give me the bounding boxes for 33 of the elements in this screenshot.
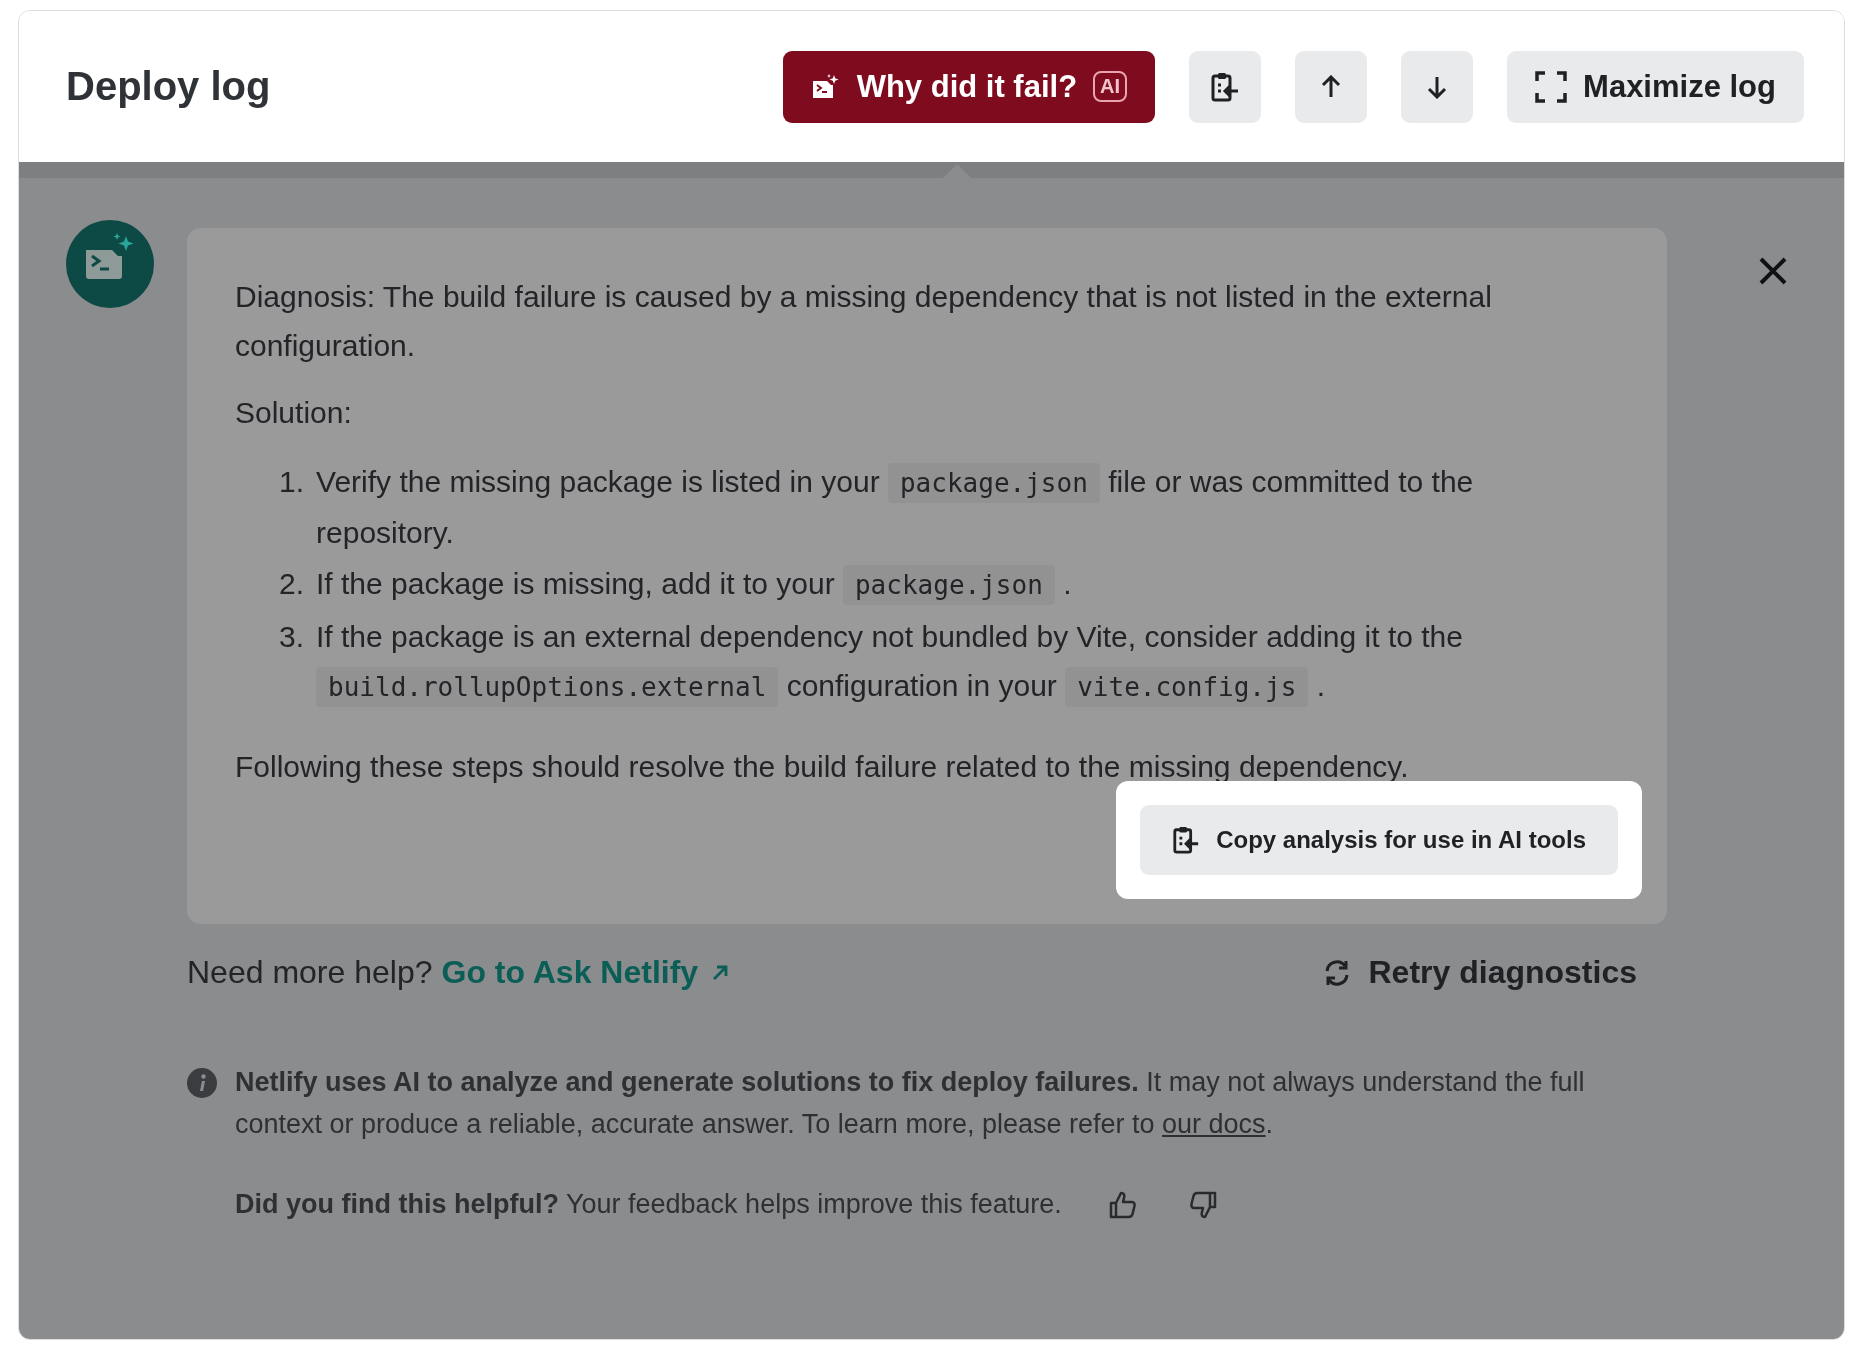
terminal-sparkle-icon	[810, 72, 841, 101]
maximize-log-button[interactable]: Maximize log	[1507, 50, 1804, 123]
step-number: 3.	[279, 619, 305, 655]
step-number: 1.	[279, 464, 305, 500]
ai-badge: AI	[1093, 71, 1128, 102]
clipboard-arrow-icon	[1210, 70, 1241, 103]
ai-assistant-avatar-icon	[66, 220, 154, 308]
retry-diagnostics-button[interactable]: Retry diagnostics	[1322, 954, 1637, 991]
conclusion-text: Following these steps should resolve the build failure related to the missing dependency.	[235, 749, 1410, 785]
clipboard-arrow-icon	[1172, 825, 1201, 855]
down-arrow-icon	[1426, 74, 1449, 99]
feedback-question: Did you find this helpful? Your feedback helps improve this feature.	[235, 1189, 1062, 1220]
scroll-up-button[interactable]	[1295, 50, 1368, 123]
expand-corners-icon	[1535, 70, 1568, 103]
copy-button[interactable]	[1189, 50, 1262, 123]
diagnosis-text: Diagnosis: The build failure is caused by a missing dependency that is not listed in the external configuration.	[235, 279, 1493, 364]
thumbs-up-icon	[1107, 1189, 1138, 1220]
step-number: 2.	[279, 566, 305, 602]
why-did-it-fail-button[interactable]: Why did it fail? AI	[782, 50, 1156, 123]
copy-analysis-button[interactable]: Copy analysis for use in AI tools	[1140, 805, 1618, 875]
panel-title: Deploy log	[66, 64, 271, 109]
scroll-down-button[interactable]	[1401, 50, 1474, 123]
solution-heading: Solution:	[235, 395, 353, 431]
thumbs-down-icon	[1187, 1189, 1218, 1220]
step-text: If the package is missing, add it to your package.json .	[316, 559, 1072, 610]
step-text: If the package is an external dependency not bundled by Vite, consider adding it to the build.rollupOptions.external configuration in your vite.config.js .	[316, 612, 1619, 712]
info-icon	[187, 1068, 217, 1098]
docs-link[interactable]: our docs	[1162, 1109, 1266, 1139]
step-text: Verify the missing package is listed in your package.json file or was committed to the repository.	[316, 462, 1475, 551]
up-arrow-icon	[1320, 74, 1343, 99]
close-icon[interactable]	[1758, 256, 1788, 286]
disclaimer-text: Netlify uses AI to analyze and generate solutions to fix deploy failures. It may not always understand the full context or produce a reliable, accurate answer. To learn more, please refer to our docs.	[235, 1066, 1586, 1141]
help-prompt: Need more help?	[187, 954, 433, 991]
